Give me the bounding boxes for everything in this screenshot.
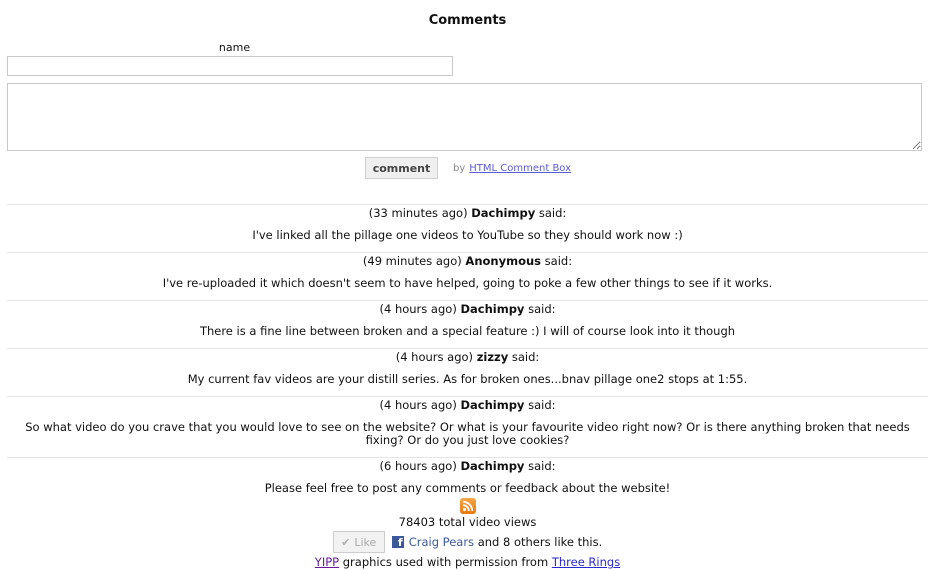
comment-said: said: [538,206,567,220]
powered-by: by HTML Comment Box [453,163,571,174]
comment-author: Dachimpy [471,206,536,220]
yipp-link[interactable]: YIPP [315,555,339,569]
comment-textarea[interactable] [7,83,922,151]
powered-by-text: by [453,162,466,174]
like-button-label: Like [354,535,377,549]
comment-list: (33 minutes ago) Dachimpy said: I've lin… [7,204,928,505]
html-comment-box-link[interactable]: HTML Comment Box [469,163,571,174]
comment-time: (4 hours ago) [395,350,474,364]
submit-row: comment by HTML Comment Box [365,157,571,179]
name-input[interactable] [7,56,453,76]
comment-time: (4 hours ago) [379,398,457,412]
check-icon: ✔ [341,535,351,549]
name-label: name [218,41,251,54]
comment-said: said: [528,302,556,316]
comment-meta: (49 minutes ago) Anonymous said: [7,253,928,268]
credits-text: graphics used with permission from [339,555,552,569]
comment-author: zizzy [476,350,509,364]
comment-item: (4 hours ago) zizzy said: My current fav… [7,348,928,396]
comment-author: Dachimpy [460,459,525,473]
comments-heading: Comments [428,13,507,28]
comment-time: (6 hours ago) [379,459,457,473]
comment-said: said: [511,350,540,364]
comment-meta: (4 hours ago) zizzy said: [7,349,928,364]
comment-author: Dachimpy [460,302,525,316]
comment-body: So what video do you crave that you woul… [25,420,910,447]
comment-item: (4 hours ago) Dachimpy said: So what vid… [7,396,928,457]
comment-time: (49 minutes ago) [362,254,462,268]
comment-meta: (4 hours ago) Dachimpy said: [7,397,928,412]
comment-submit-button[interactable]: comment [365,157,438,179]
comment-author: Anonymous [465,254,542,268]
comment-item: (33 minutes ago) Dachimpy said: I've lin… [7,204,928,252]
liker-profile-link[interactable]: Craig Pears [409,535,474,549]
comment-meta: (33 minutes ago) Dachimpy said: [7,205,928,220]
comment-time: (33 minutes ago) [368,206,468,220]
comment-body: My current fav videos are your distill s… [187,372,748,386]
rss-feed-icon[interactable] [459,498,476,514]
comment-said: said: [528,398,556,412]
comment-meta: (6 hours ago) Dachimpy said: [7,458,928,473]
three-rings-link[interactable]: Three Rings [552,555,620,569]
total-video-views: 78403 total video views [398,515,537,529]
facebook-like-row: ✔ Like f Craig Pears and 8 others like t… [0,531,935,553]
facebook-icon: f [391,536,404,548]
comment-said: said: [544,254,573,268]
comment-body: Please feel free to post any comments or… [264,481,671,495]
comment-body: I've re-uploaded it which doesn't seem t… [162,276,773,290]
like-summary-rest: and 8 others like this. [474,535,603,549]
comment-time: (4 hours ago) [379,302,457,316]
facebook-like-button[interactable]: ✔ Like [332,531,385,553]
comment-author: Dachimpy [460,398,525,412]
comment-meta: (4 hours ago) Dachimpy said: [7,301,928,316]
comment-said: said: [528,459,556,473]
comment-item: (4 hours ago) Dachimpy said: There is a … [7,300,928,348]
footer: 78403 total video views ✔ Like f Craig P… [0,498,935,570]
comment-item: (49 minutes ago) Anonymous said: I've re… [7,252,928,300]
like-summary: Craig Pears and 8 others like this. [409,535,603,549]
comment-body: There is a fine line between broken and … [199,324,736,338]
comment-body: I've linked all the pillage one videos t… [252,228,683,242]
